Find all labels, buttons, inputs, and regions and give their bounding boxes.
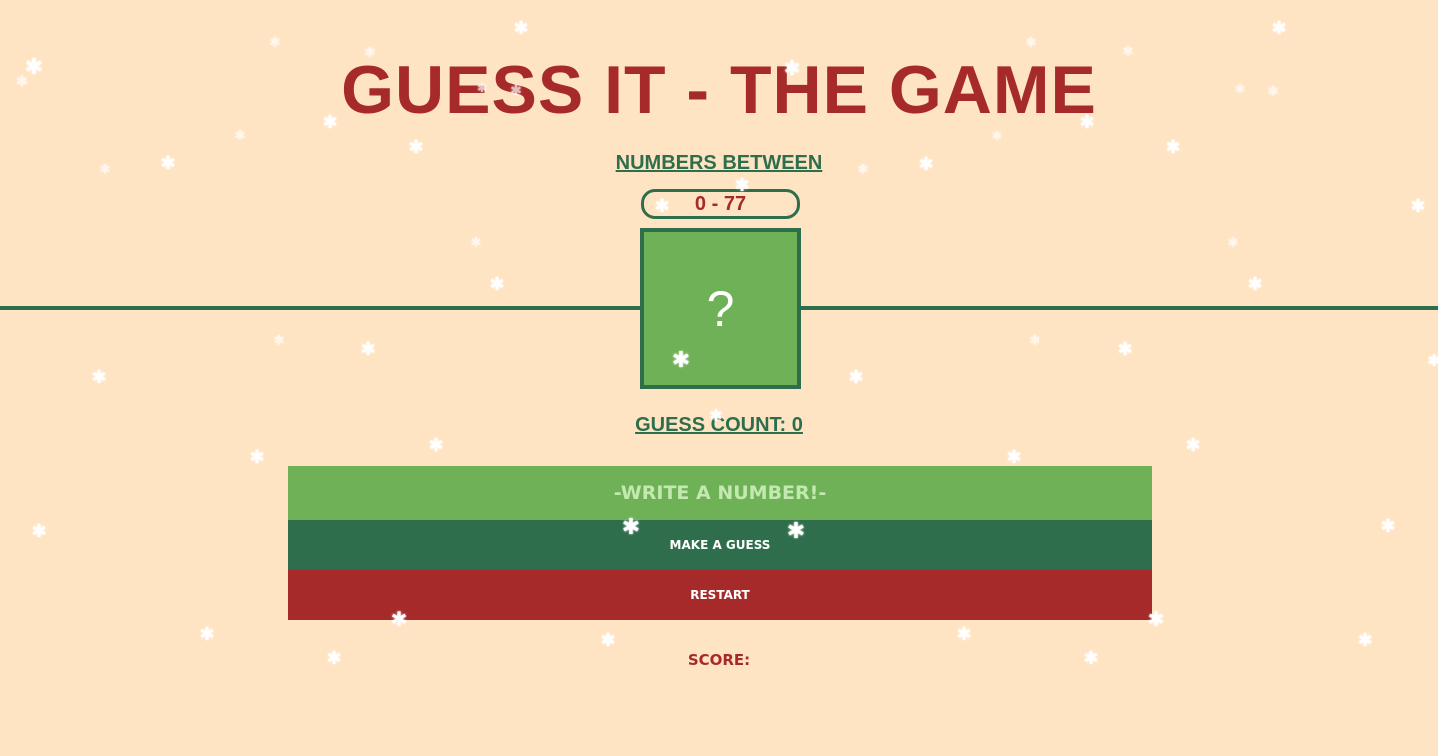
snowflake-icon: ✱: [1271, 18, 1287, 39]
snowflake-icon: ✱: [991, 129, 1003, 143]
number-input[interactable]: [288, 466, 1152, 520]
snowflake-icon: ✱: [234, 128, 246, 144]
snowflake-icon: ✱: [470, 235, 482, 251]
snowflake-icon: ✱: [1025, 35, 1037, 51]
snowflake-icon: ✱: [428, 435, 444, 456]
snowflake-icon: ✱: [269, 35, 281, 51]
snowflake-icon: ✱: [249, 447, 265, 468]
secret-number-placeholder: ?: [706, 280, 735, 337]
snowflake-icon: ✱: [1247, 274, 1263, 295]
game-title: GUESS IT - THE GAME: [341, 52, 1097, 128]
make-guess-button[interactable]: MAKE A GUESS: [288, 520, 1152, 570]
guess-count: GUESS COUNT: 0: [635, 414, 803, 436]
snowflake-icon: ✱: [489, 274, 505, 295]
range-heading: NUMBERS BETWEEN: [615, 152, 823, 174]
snowflake-icon: ✱: [31, 521, 47, 542]
snowflake-icon: ✱: [91, 367, 107, 388]
range-badge: 0 - 77: [641, 189, 800, 219]
snowflake-icon: ✱: [1410, 196, 1426, 217]
snowflake-icon: ✱: [199, 624, 215, 645]
snowflake-icon: ✱: [1117, 339, 1133, 360]
snowflake-icon: ✱: [513, 18, 529, 39]
snowflake-icon: ✱: [1357, 630, 1373, 651]
restart-button[interactable]: RESTART: [288, 570, 1152, 620]
snowflake-icon: ✱: [1427, 351, 1438, 370]
snowflake-icon: ✱: [273, 333, 285, 349]
snowflake-icon: ✱: [1029, 333, 1041, 349]
secret-number-box: ?: [640, 228, 801, 389]
snowflake-icon: ✱: [600, 630, 616, 651]
snowflake-icon: ✱: [1006, 447, 1022, 468]
score-label: SCORE:: [687, 651, 751, 669]
snowflake-icon: ✱: [1185, 435, 1201, 456]
snowflake-icon: ✱: [956, 624, 972, 645]
snowflake-icon: ✱: [848, 367, 864, 388]
snowflake-icon: ✱: [1380, 516, 1396, 537]
snowflake-icon: ✱: [1227, 235, 1239, 251]
snowflake-icon: ✱: [360, 339, 376, 360]
guess-panel: MAKE A GUESS RESTART: [288, 466, 1152, 620]
